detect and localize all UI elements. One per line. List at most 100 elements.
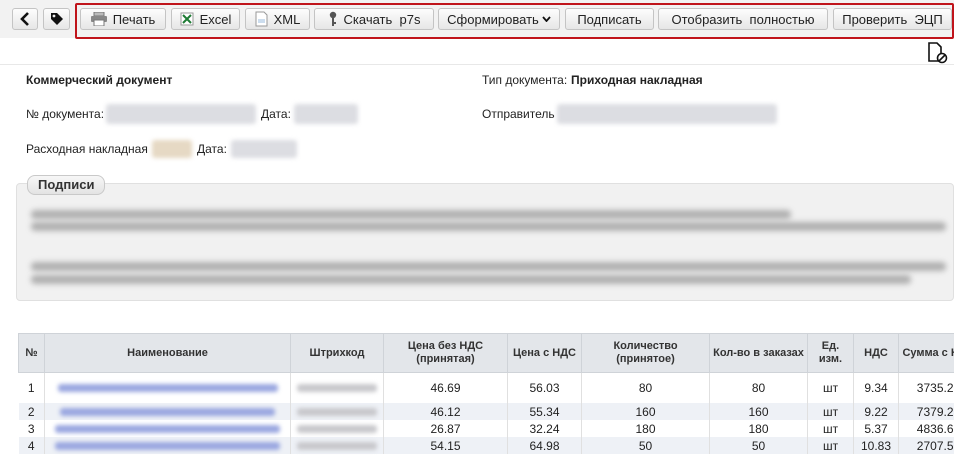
sign-label: Подписать <box>577 11 642 27</box>
sum-gross: 2707.50 <box>898 437 954 454</box>
doc-number-value <box>106 104 256 124</box>
table-row: 3 26.87 32.24 180 180 шт 5.37 4836.60 <box>18 420 954 437</box>
signature-line <box>31 210 791 219</box>
sender-label: Отправитель <box>482 107 555 121</box>
tag-button[interactable] <box>43 8 70 30</box>
commercial-doc-title: Коммерческий документ <box>26 73 173 87</box>
excel-button[interactable]: Excel <box>171 8 240 30</box>
col-header[interactable]: НДС <box>853 333 899 373</box>
excel-label: Excel <box>199 11 232 27</box>
item-barcode <box>290 437 384 454</box>
print-button[interactable]: Печать <box>80 8 166 30</box>
col-header[interactable]: Количество (принятое) <box>581 333 710 373</box>
item-name-link[interactable] <box>44 420 291 437</box>
col-header[interactable]: № <box>18 333 45 373</box>
sum-gross: 4836.60 <box>898 420 954 437</box>
doc-type-label: Тип документа: <box>482 73 568 87</box>
col-header[interactable]: Цена с НДС <box>507 333 582 373</box>
signature-line <box>31 275 911 284</box>
table-row: 1 46.69 56.03 80 80 шт 9.34 3735.20 <box>18 372 954 403</box>
price-gross: 56.03 <box>507 372 582 403</box>
xml-button[interactable]: XML <box>245 8 310 30</box>
signatures-panel <box>16 183 954 301</box>
back-button[interactable] <box>12 8 38 30</box>
print-label: Печать <box>112 11 156 27</box>
item-name-link[interactable] <box>44 437 291 454</box>
price-net: 46.69 <box>383 372 508 403</box>
price-net: 26.87 <box>383 420 508 437</box>
quantity: 80 <box>581 372 710 403</box>
date-value-2 <box>231 140 297 158</box>
item-barcode <box>290 403 384 420</box>
unit: шт <box>807 403 854 420</box>
row-number: 3 <box>18 420 45 437</box>
row-number: 2 <box>18 403 45 420</box>
quantity: 160 <box>581 403 710 420</box>
table-row: 4 54.15 64.98 50 50 шт 10.83 2707.50 <box>18 437 954 454</box>
excel-icon <box>180 12 194 26</box>
unit: шт <box>807 372 854 403</box>
xml-file-icon <box>255 11 268 27</box>
sum-gross: 3735.20 <box>898 372 954 403</box>
item-barcode <box>290 420 384 437</box>
verify-label: Проверить ЭЦП <box>842 11 943 27</box>
download-p7s-button[interactable]: Скачать p7s <box>314 8 434 30</box>
col-header[interactable]: Кол-во в заказах <box>709 333 808 373</box>
price-gross: 32.24 <box>507 420 582 437</box>
generate-label: Сформировать <box>447 11 539 27</box>
row-number: 4 <box>18 437 45 454</box>
col-header[interactable]: Штрихкод <box>290 333 384 373</box>
xml-label: XML <box>273 11 301 27</box>
quantity: 50 <box>581 437 710 454</box>
vat: 5.37 <box>853 420 899 437</box>
row-number: 1 <box>18 372 45 403</box>
table-header-row: № Наименование Штрихкод Цена без НДС (пр… <box>18 333 954 373</box>
caret-down-icon <box>542 16 551 22</box>
price-net: 54.15 <box>383 437 508 454</box>
quantity-orders: 50 <box>709 437 808 454</box>
unit: шт <box>807 437 854 454</box>
col-header[interactable]: Наименование <box>44 333 291 373</box>
sum-gross: 7379.20 <box>898 403 954 420</box>
item-barcode <box>290 372 384 403</box>
download-p7s-label: Скачать p7s <box>343 11 421 27</box>
quantity-orders: 160 <box>709 403 808 420</box>
item-name-link[interactable] <box>44 372 291 403</box>
sender-value <box>557 104 777 124</box>
doc-type-value: Приходная накладная <box>571 73 703 87</box>
price-gross: 55.34 <box>507 403 582 420</box>
chevron-left-icon <box>20 12 29 26</box>
tag-icon <box>50 13 63 25</box>
sign-button[interactable]: Подписать <box>565 8 654 30</box>
vat: 9.22 <box>853 403 899 420</box>
signature-line <box>31 262 946 271</box>
printer-icon <box>90 12 107 26</box>
price-net: 46.12 <box>383 403 508 420</box>
vat: 9.34 <box>853 372 899 403</box>
items-table: № Наименование Штрихкод Цена без НДС (пр… <box>18 333 954 454</box>
col-header[interactable]: Ед. изм. <box>807 333 854 373</box>
signatures-title: Подписи <box>27 175 106 195</box>
signature-line <box>31 222 946 231</box>
key-icon <box>328 11 338 27</box>
outgoing-invoice-label: Расходная накладная <box>26 142 148 156</box>
vat: 10.83 <box>853 437 899 454</box>
col-header[interactable]: Цена без НДС (принятая) <box>383 333 508 373</box>
date-value <box>294 104 358 124</box>
price-gross: 64.98 <box>507 437 582 454</box>
date-label: Дата: <box>261 107 291 121</box>
item-name-link[interactable] <box>44 403 291 420</box>
table-row: 2 46.12 55.34 160 160 шт 9.22 7379.20 <box>18 403 954 420</box>
doc-number-label: № документа: <box>26 107 105 121</box>
quantity: 180 <box>581 420 710 437</box>
col-header[interactable]: Сумма с НДС <box>898 333 954 373</box>
generate-dropdown[interactable]: Сформировать <box>438 8 560 30</box>
quantity-orders: 80 <box>709 372 808 403</box>
divider <box>0 64 954 65</box>
quantity-orders: 180 <box>709 420 808 437</box>
show-full-label: Отобразить полностью <box>671 11 815 27</box>
toolbar: Печать Excel XML Скачать p7s Сформироват… <box>0 0 954 38</box>
verify-signature-button[interactable]: Проверить ЭЦП <box>833 8 952 30</box>
date-label-2: Дата: <box>197 142 227 156</box>
show-full-button[interactable]: Отобразить полностью <box>658 8 828 30</box>
